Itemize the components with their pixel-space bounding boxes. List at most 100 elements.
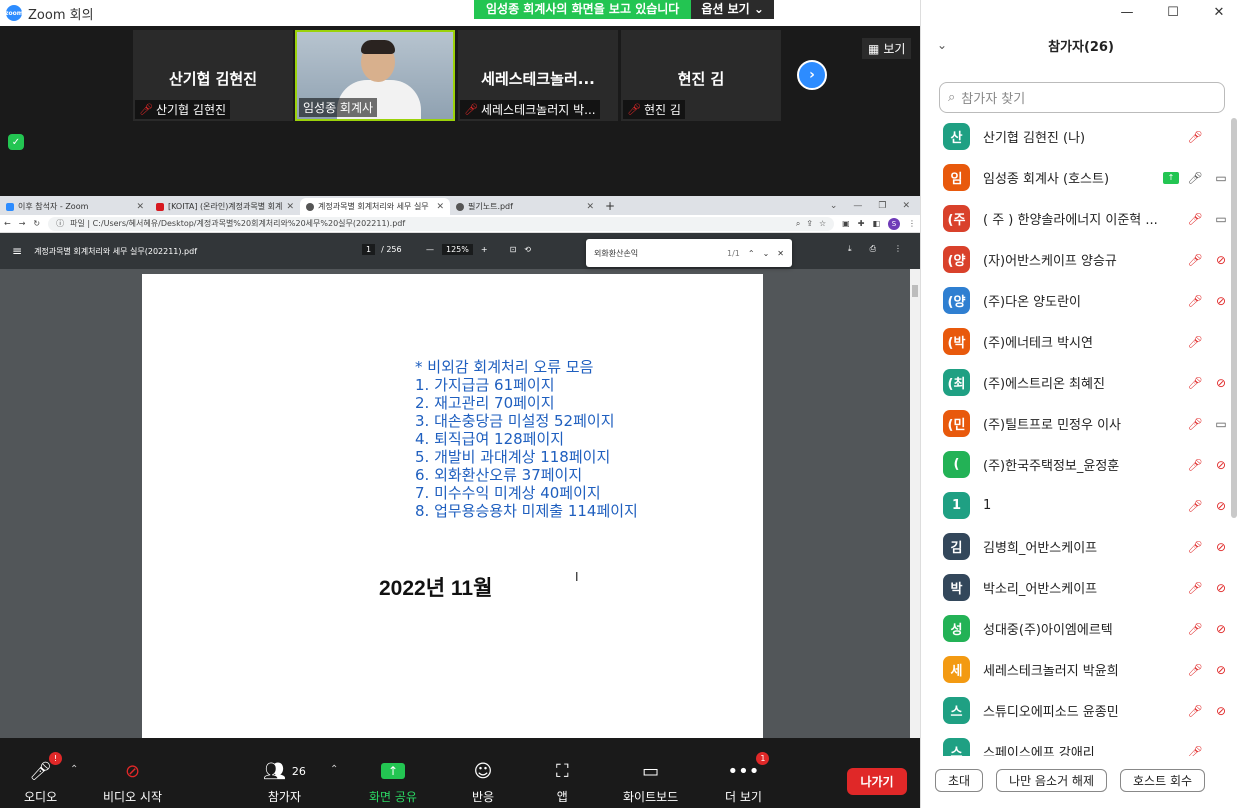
participant-status-icons: 🎤︎ bbox=[1185, 335, 1231, 349]
video-tile-active-speaker[interactable]: 임성종 회계사 bbox=[295, 30, 455, 121]
unmute-me-button[interactable]: 나만 음소거 해제 bbox=[996, 769, 1108, 792]
avatar: 스 bbox=[943, 738, 970, 756]
participant-row[interactable]: 박 박소리_어반스케이프 🎤︎ ⊘ bbox=[921, 567, 1231, 608]
participant-row[interactable]: 산 산기협 김현진 (나) 🎤︎ bbox=[921, 116, 1231, 157]
print-icon[interactable]: ⎙ bbox=[870, 244, 876, 254]
participants-options-caret-icon[interactable]: ⌃ bbox=[330, 764, 338, 775]
participant-row[interactable]: 임 임성종 회계사 (호스트) ↑ 🎤︎ ▭ bbox=[921, 157, 1231, 198]
close-icon[interactable]: ✕ bbox=[136, 202, 144, 212]
close-icon[interactable]: ✕ bbox=[586, 202, 594, 212]
share-icon[interactable]: ⇪ bbox=[806, 219, 813, 228]
browser-tab-label: 필기노트.pdf bbox=[468, 202, 513, 211]
avatar: (최 bbox=[943, 369, 970, 396]
forward-icon[interactable]: → bbox=[19, 219, 26, 228]
video-camera-icon: ▭ bbox=[1215, 170, 1227, 185]
close-icon[interactable]: ✕ bbox=[436, 202, 444, 212]
close-icon[interactable]: ✕ bbox=[902, 198, 910, 215]
audio-options-caret-icon[interactable]: ⌃ bbox=[70, 764, 78, 775]
reclaim-host-button[interactable]: 호스트 회수 bbox=[1120, 769, 1206, 792]
view-button[interactable]: ▦ 보기 bbox=[862, 38, 912, 59]
browser-tab[interactable]: [KOITA] (온라인)계정과목별 회계 ✕ bbox=[150, 198, 300, 215]
participant-row[interactable]: (양 (주)다온 양도란이 🎤︎ ⊘ bbox=[921, 280, 1231, 321]
participant-row[interactable]: 스 스페이스에프 강애리 🎤︎ bbox=[921, 731, 1231, 756]
participant-row[interactable]: 세 세레스테크놀러지 박윤희 🎤︎ ⊘ bbox=[921, 649, 1231, 690]
new-tab-button[interactable]: + bbox=[600, 198, 620, 215]
participants-count: 26 bbox=[291, 764, 306, 778]
gallery-next-button[interactable]: › bbox=[797, 60, 827, 90]
start-video-button[interactable]: ⊘ 비디오 시작 bbox=[103, 758, 162, 805]
profile-avatar[interactable]: S bbox=[888, 217, 900, 230]
minimize-icon[interactable]: — bbox=[1104, 0, 1150, 26]
avatar: 산 bbox=[943, 123, 970, 150]
video-person-hair bbox=[361, 40, 395, 54]
video-tile[interactable]: 현진 김 🎤︎ 현진 김 bbox=[621, 30, 781, 121]
zoom-icon[interactable]: ⌕ bbox=[796, 219, 800, 229]
view-options-button[interactable]: 옵션 보기 ⌄ bbox=[691, 0, 774, 19]
participant-status-icons: ↑ 🎤︎ ▭ bbox=[1163, 171, 1231, 185]
whiteboard-button[interactable]: ▭ 화이트보드 bbox=[623, 758, 678, 805]
browser-tab[interactable]: 필기노트.pdf ✕ bbox=[450, 198, 600, 215]
reload-icon[interactable]: ↻ bbox=[33, 219, 40, 228]
scrollbar-thumb[interactable] bbox=[912, 285, 918, 297]
close-icon[interactable]: ✕ bbox=[1196, 0, 1242, 26]
browser-tabstrip: 이후 참석자 - Zoom ✕ [KOITA] (온라인)계정과목별 회계 ✕ 계정… bbox=[0, 196, 920, 215]
reactions-button[interactable]: ☺ 반응 bbox=[472, 758, 494, 805]
apps-icon: ⛶ bbox=[556, 760, 569, 782]
zoom-level[interactable]: 125% bbox=[442, 244, 473, 255]
more-icon[interactable]: ⋮ bbox=[894, 244, 902, 254]
apps-button[interactable]: ⛶ 앱 bbox=[556, 758, 569, 805]
address-bar[interactable]: ⓘ 파일 | C:/Users/혜서혜유/Desktop/계정과목별%20회계처… bbox=[48, 216, 835, 231]
security-shield-icon[interactable]: ✓ bbox=[8, 134, 24, 150]
maximize-icon[interactable]: ☐ bbox=[1150, 0, 1196, 26]
chevron-up-icon[interactable]: ⌃ bbox=[748, 249, 755, 258]
hamburger-icon[interactable]: ≡ bbox=[12, 244, 22, 258]
minimize-icon[interactable]: — bbox=[853, 198, 862, 215]
participant-list-scrollbar[interactable] bbox=[1231, 118, 1237, 518]
fit-page-icon[interactable]: ⊡ bbox=[510, 245, 517, 254]
video-tile[interactable]: 세레스테크놀러... 🎤︎ 세레스테크놀러지 박... bbox=[458, 30, 618, 121]
audio-button[interactable]: 🎤︎! 오디오 bbox=[24, 752, 62, 805]
download-icon[interactable]: ⤓ bbox=[848, 244, 852, 254]
mic-muted-icon: 🎤︎ bbox=[139, 103, 153, 116]
chevron-down-icon[interactable]: ⌄ bbox=[830, 198, 838, 215]
page-number-input[interactable]: 1 bbox=[362, 244, 376, 255]
pdf-scrollbar[interactable] bbox=[910, 269, 920, 738]
participant-row[interactable]: 김 김병희_어반스케이프 🎤︎ ⊘ bbox=[921, 526, 1231, 567]
video-off-icon: ⊘ bbox=[1215, 498, 1227, 513]
leave-button[interactable]: 나가기 bbox=[847, 768, 907, 795]
star-icon[interactable]: ☆ bbox=[819, 219, 826, 228]
participant-name: 스페이스에프 강애리 bbox=[983, 746, 1095, 756]
zoom-out-icon[interactable]: — bbox=[426, 245, 434, 254]
participant-row[interactable]: (최 (주)에스트리온 최혜진 🎤︎ ⊘ bbox=[921, 362, 1231, 403]
restore-icon[interactable]: ❐ bbox=[878, 198, 886, 215]
participant-row[interactable]: (양 (자)어반스케이프 양승규 🎤︎ ⊘ bbox=[921, 239, 1231, 280]
participants-button[interactable]: 👥︎ 26 참가자 bbox=[263, 758, 306, 805]
participant-row[interactable]: 스 스튜디오에피소드 윤종민 🎤︎ ⊘ bbox=[921, 690, 1231, 731]
zoom-in-icon[interactable]: + bbox=[481, 245, 488, 254]
puzzle-icon[interactable]: ✚ bbox=[858, 219, 865, 228]
participant-row[interactable]: 성 성대중(주)아이엠에르텍 🎤︎ ⊘ bbox=[921, 608, 1231, 649]
back-icon[interactable]: ← bbox=[4, 219, 11, 228]
sidepanel-icon[interactable]: ◧ bbox=[872, 219, 880, 228]
rotate-icon[interactable]: ⟲ bbox=[524, 245, 531, 254]
share-screen-button[interactable]: ↑ 화면 공유 bbox=[369, 758, 417, 805]
close-icon[interactable]: ✕ bbox=[286, 202, 294, 212]
participant-row[interactable]: 1 1 🎤︎ ⊘ bbox=[921, 485, 1231, 526]
participant-search-input[interactable]: ⌕ 참가자 찾기 bbox=[939, 82, 1225, 113]
browser-tab[interactable]: 이후 참석자 - Zoom ✕ bbox=[0, 198, 150, 215]
participant-row[interactable]: ((주)한국주택정보_윤정훈 🎤︎ ⊘ bbox=[921, 444, 1231, 485]
find-input[interactable]: 외화환산손익 bbox=[594, 248, 638, 259]
more-button[interactable]: ••• 1 더 보기 bbox=[725, 752, 770, 805]
invite-button[interactable]: 초대 bbox=[935, 769, 984, 792]
participant-row[interactable]: (주 ( 주 ) 한양솔라에너지 이준혁 ... 🎤︎ ▭ bbox=[921, 198, 1231, 239]
menu-icon[interactable]: ⋮ bbox=[908, 219, 916, 228]
chevron-down-icon[interactable]: ⌄ bbox=[763, 249, 770, 258]
video-tile[interactable]: 산기협 김현진 🎤︎ 산기협 김현진 bbox=[133, 30, 293, 121]
video-off-icon: ⊘ bbox=[1215, 293, 1227, 308]
close-icon[interactable]: ✕ bbox=[777, 249, 784, 258]
participant-row[interactable]: (민 (주)틸트프로 민정우 이사 🎤︎ ▭ bbox=[921, 403, 1231, 444]
participant-row[interactable]: (박 (주)에너테크 박시연 🎤︎ bbox=[921, 321, 1231, 362]
info-icon: ⓘ bbox=[56, 219, 65, 228]
browser-tab-active[interactable]: 계정과목별 회계처리와 세무 실무 ✕ bbox=[300, 198, 450, 215]
extension-icon[interactable]: ▣ bbox=[842, 219, 850, 228]
